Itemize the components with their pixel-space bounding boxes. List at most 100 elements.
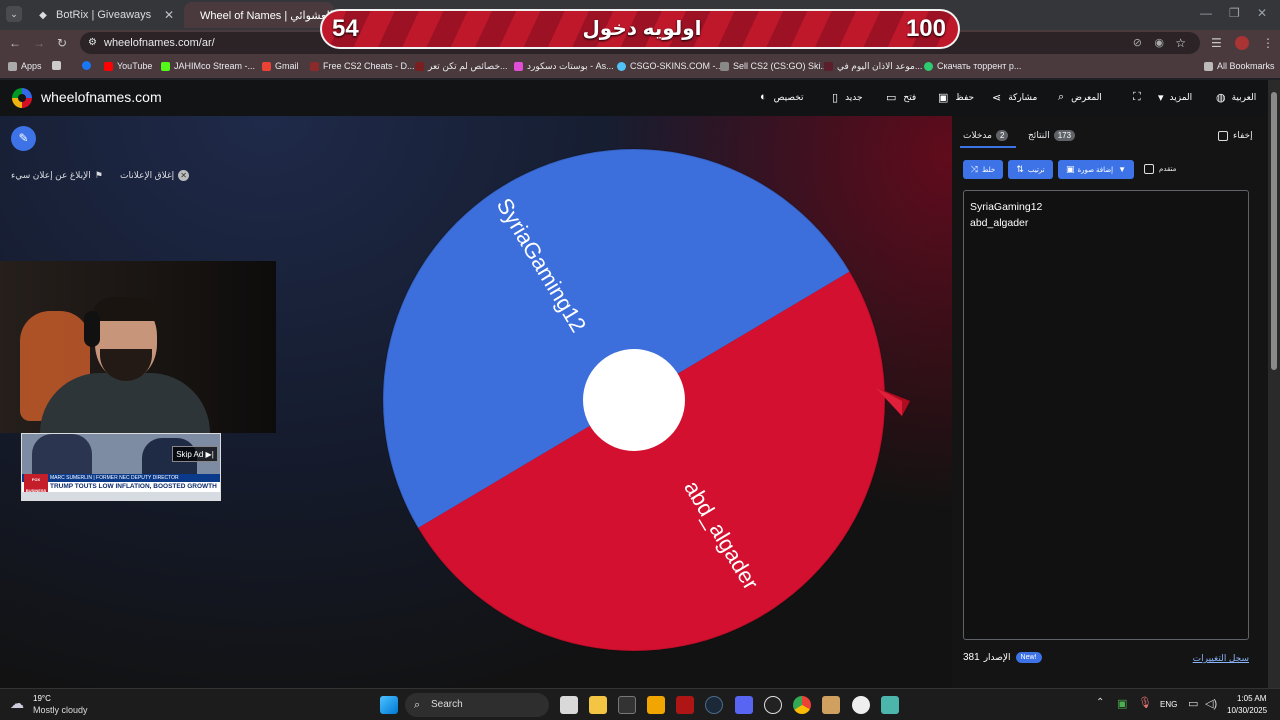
- advanced-toggle[interactable]: متقدم: [1144, 164, 1176, 174]
- minimize-icon[interactable]: —: [1200, 6, 1212, 20]
- report-ad-link[interactable]: الإبلاغ عن إعلان سيء ⚑: [11, 170, 103, 181]
- site-info-icon[interactable]: ⚙: [88, 32, 97, 54]
- steam-icon[interactable]: [705, 696, 723, 714]
- bookmark-features[interactable]: خصائص لم تكن تعر...: [415, 61, 508, 72]
- nav-more[interactable]: ▾ المزيد: [1158, 91, 1192, 104]
- new-badge[interactable]: New!: [1015, 652, 1042, 663]
- app-kick-icon[interactable]: [647, 696, 665, 714]
- microphone-icon[interactable]: 🎙: [1138, 696, 1152, 709]
- reload-icon[interactable]: ↻: [57, 36, 67, 50]
- tab-title: BotRix | Giveaways: [56, 9, 152, 21]
- bookmark-gmail[interactable]: Gmail: [262, 61, 299, 71]
- obs-icon[interactable]: [764, 696, 782, 714]
- language-indicator[interactable]: ENG: [1160, 700, 1177, 709]
- nav-new[interactable]: ▯ جديد: [832, 91, 863, 104]
- clock-date[interactable]: 10/30/2025: [1227, 706, 1267, 715]
- gmail-icon: [262, 61, 271, 71]
- clock-time[interactable]: 1:05 AM: [1237, 694, 1266, 703]
- forward-icon[interactable]: →: [33, 36, 45, 50]
- ad-ticker: [22, 492, 220, 500]
- tab-entries[interactable]: مدخلات 2: [963, 130, 1009, 141]
- nav-fullscreen[interactable]: ⛶: [1128, 91, 1141, 104]
- file-icon: ▯: [832, 92, 839, 104]
- bookmark-grid[interactable]: [52, 61, 65, 70]
- entries-count-badge: 2: [995, 130, 1009, 141]
- restore-icon[interactable]: ❐: [1229, 6, 1240, 20]
- notepad-icon[interactable]: [881, 696, 899, 714]
- nav-gallery[interactable]: ⌕ المعرض: [1058, 91, 1102, 104]
- display-icon[interactable]: ▭: [1188, 697, 1198, 710]
- site-icon: [310, 61, 319, 71]
- wheel-center[interactable]: [583, 349, 685, 451]
- discord-icon[interactable]: [735, 696, 753, 714]
- close-ads-link[interactable]: إغلاق الإعلانات ✕: [120, 170, 190, 181]
- close-icon[interactable]: ✕: [164, 8, 174, 22]
- changelog-link[interactable]: سجل التغييرات: [1193, 653, 1249, 664]
- nav-customize[interactable]: ◐ تخصيص: [760, 91, 804, 103]
- bookmark-all[interactable]: All Bookmarks: [1204, 61, 1275, 71]
- site-header: wheelofnames.com ◐ تخصيص ▯ جديد ▭ فتح ▣ حفظ …: [0, 80, 1268, 116]
- site-name[interactable]: wheelofnames.com: [41, 89, 162, 105]
- bookmark-facebook[interactable]: [82, 61, 95, 70]
- wheel[interactable]: SyriaGaming12 abd_algader: [380, 146, 920, 656]
- sort-button[interactable]: ⇅ ترتيب: [1008, 160, 1053, 179]
- task-view-icon[interactable]: [560, 696, 578, 714]
- tab-botrix[interactable]: ◆ BotRix | Giveaways ✕: [26, 2, 182, 28]
- hide-checkbox[interactable]: [1218, 130, 1228, 141]
- back-icon[interactable]: ←: [9, 36, 21, 50]
- tab-wheel-of-names[interactable]: Wheel of Names | اسم العشوائي: [184, 2, 334, 28]
- bookmark-torrent[interactable]: Скачать торрент р...: [924, 61, 1021, 71]
- kick-icon: [161, 61, 170, 71]
- wheel-logo-icon[interactable]: [12, 88, 32, 108]
- avatar[interactable]: [1235, 36, 1249, 50]
- shuffle-button[interactable]: ⤨ خلط: [963, 160, 1003, 179]
- advanced-checkbox[interactable]: [1144, 164, 1154, 174]
- weather-temp[interactable]: 19°C: [33, 694, 51, 703]
- bookmark-prayer-times[interactable]: موعد الاذان اليوم في...: [824, 61, 922, 72]
- chevron-down-icon: ▼: [1118, 165, 1127, 174]
- site-icon: [924, 61, 933, 71]
- bookmark-youtube[interactable]: YouTube: [104, 61, 152, 71]
- chrome-icon[interactable]: [793, 696, 811, 714]
- taskbar-search[interactable]: ⌕ Search: [405, 693, 549, 717]
- flag-icon: ⚑: [94, 170, 103, 180]
- eye-slash-icon[interactable]: ◉: [1154, 32, 1164, 54]
- site-icon: [415, 62, 424, 71]
- scrollbar-thumb[interactable]: [1271, 92, 1277, 370]
- add-image-button[interactable]: ▣ إضافة صورة ▼: [1058, 160, 1134, 179]
- app-aimp-icon[interactable]: [676, 696, 694, 714]
- tray-app-icon[interactable]: ▣: [1117, 697, 1127, 710]
- nav-language[interactable]: ◍ العربية: [1216, 91, 1256, 104]
- bookmark-apps[interactable]: Apps: [8, 61, 42, 71]
- menu-icon[interactable]: ⋮: [1262, 36, 1274, 50]
- hide-toggle[interactable]: إخفاء: [1218, 130, 1253, 141]
- bookmark-csgo-skins[interactable]: CSGO-SKINS.COM -...: [617, 61, 723, 71]
- edit-pencil-button[interactable]: ✎: [11, 126, 36, 151]
- bookmark-sell-cs2[interactable]: Sell CS2 (CS:GO) Ski...: [720, 61, 828, 71]
- tab-search-button[interactable]: ⌄: [6, 6, 22, 22]
- file-explorer-icon[interactable]: [589, 696, 607, 714]
- weather-text[interactable]: Mostly cloudy: [33, 705, 88, 715]
- nav-share[interactable]: ⋖ مشاركة: [992, 91, 1037, 104]
- entries-textarea[interactable]: SyriaGaming12 abd_algader: [963, 190, 1249, 640]
- tray-chevron-icon[interactable]: ⌃: [1096, 697, 1104, 708]
- page-scrollbar[interactable]: [1268, 80, 1280, 688]
- windows-start-icon[interactable]: [380, 696, 398, 714]
- video-ad[interactable]: Skip Ad ▶| MARC SUMERLIN | FORMER NEC DE…: [21, 433, 221, 501]
- settings-icon[interactable]: [852, 696, 870, 714]
- skip-ad-button[interactable]: Skip Ad ▶|: [172, 446, 218, 462]
- app-g-icon[interactable]: [618, 696, 636, 714]
- nav-open[interactable]: ▭ فتح: [886, 91, 916, 104]
- reading-list-icon[interactable]: ☰: [1211, 36, 1222, 50]
- bookmark-jahimco[interactable]: JAHIMco Stream -...: [161, 61, 255, 71]
- nav-save[interactable]: ▣ حفظ: [938, 91, 974, 104]
- eye-off-icon[interactable]: ⊘: [1133, 32, 1142, 54]
- bookmark-cs2-cheats[interactable]: Free CS2 Cheats - D...: [310, 61, 415, 71]
- volume-icon[interactable]: ◁): [1205, 697, 1217, 710]
- tab-results[interactable]: النتائج 173: [1028, 130, 1076, 141]
- star-icon[interactable]: ☆: [1175, 32, 1186, 54]
- close-window-icon[interactable]: ✕: [1257, 6, 1267, 20]
- diamond-icon: [514, 62, 523, 71]
- app-a-icon[interactable]: [822, 696, 840, 714]
- bookmark-discord-posts[interactable]: بوستات دسكورد - As...: [514, 61, 614, 72]
